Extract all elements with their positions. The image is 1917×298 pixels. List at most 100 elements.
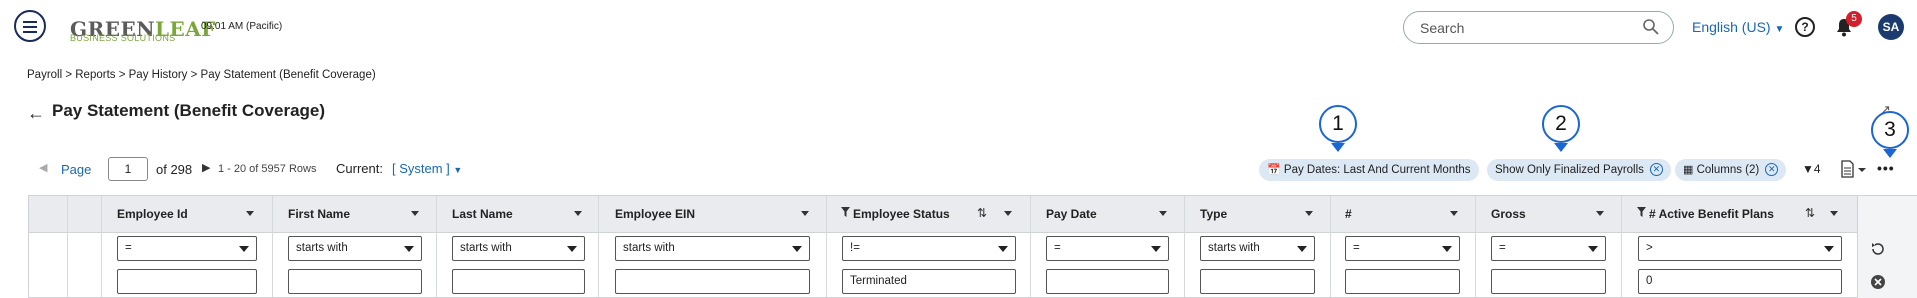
callout-2-pointer bbox=[1554, 143, 1568, 152]
column-header-active-benefit-plans[interactable]: # Active Benefit Plans bbox=[1649, 207, 1774, 221]
sort-icon[interactable]: ⇅ bbox=[1805, 206, 1815, 220]
page-total: of 298 bbox=[156, 162, 193, 177]
column-separator bbox=[1621, 196, 1622, 298]
column-menu-icon[interactable] bbox=[1159, 211, 1167, 216]
columns-chip-label: Columns (2) bbox=[1696, 164, 1760, 176]
column-header-gross[interactable]: Gross bbox=[1491, 207, 1526, 221]
column-separator bbox=[101, 196, 102, 298]
column-separator bbox=[1330, 196, 1331, 298]
column-header-employee-id[interactable]: Employee Id bbox=[117, 207, 188, 221]
close-icon[interactable]: ✕ bbox=[1765, 163, 1779, 177]
sort-icon[interactable]: ⇅ bbox=[977, 206, 987, 220]
columns-chip[interactable]: ▦ Columns (2) ✕ bbox=[1675, 159, 1787, 181]
chevron-down-icon: ▼ bbox=[1774, 24, 1785, 35]
column-separator bbox=[1184, 196, 1185, 298]
search-placeholder: Search bbox=[1420, 20, 1465, 36]
pay-dates-chip-label: Pay Dates: Last And Current Months bbox=[1283, 164, 1471, 176]
clear-filters-icon[interactable] bbox=[1870, 274, 1886, 290]
export-document-icon[interactable] bbox=[1840, 160, 1868, 178]
column-menu-icon[interactable] bbox=[574, 211, 582, 216]
language-label: English (US) bbox=[1692, 19, 1771, 35]
column-header-type[interactable]: Type bbox=[1200, 207, 1227, 221]
type-filter-input[interactable] bbox=[1200, 269, 1315, 294]
callout-1: 1 bbox=[1319, 105, 1357, 143]
column-menu-icon[interactable] bbox=[411, 211, 419, 216]
number-operator-select[interactable]: = bbox=[1345, 236, 1460, 261]
current-view-selector[interactable]: [ System ] ▼ bbox=[392, 161, 462, 176]
callout-2: 2 bbox=[1542, 105, 1580, 143]
callout-3: 3 bbox=[1871, 111, 1909, 149]
pay-date-filter-input[interactable] bbox=[1046, 269, 1169, 294]
employee-id-filter-input[interactable] bbox=[117, 269, 257, 294]
column-header-first-name[interactable]: First Name bbox=[288, 207, 350, 221]
help-icon[interactable]: ? bbox=[1795, 17, 1815, 37]
columns-icon: ▦ bbox=[1683, 164, 1694, 176]
calendar-icon: 📅 bbox=[1267, 164, 1281, 176]
column-menu-icon[interactable] bbox=[801, 211, 809, 216]
next-page-icon[interactable]: ▶ bbox=[202, 161, 210, 174]
main-menu-button[interactable] bbox=[14, 10, 46, 42]
page-title: Pay Statement (Benefit Coverage) bbox=[52, 101, 326, 120]
column-separator bbox=[272, 196, 273, 298]
column-separator bbox=[598, 196, 599, 298]
active-benefit-plans-filter-input[interactable]: 0 bbox=[1638, 269, 1842, 294]
rows-info: 1 - 20 of 5957 Rows bbox=[218, 163, 317, 175]
number-filter-input[interactable] bbox=[1345, 269, 1460, 294]
employee-ein-filter-input[interactable] bbox=[615, 269, 810, 294]
gross-filter-input[interactable] bbox=[1491, 269, 1606, 294]
column-header-pay-date[interactable]: Pay Date bbox=[1046, 207, 1097, 221]
logo-subtitle: BUSINESS SOLUTIONS bbox=[70, 33, 176, 43]
filter-active-icon bbox=[1637, 207, 1646, 217]
column-header-number[interactable]: # bbox=[1345, 207, 1352, 221]
column-menu-icon[interactable] bbox=[1830, 211, 1838, 216]
finalized-payrolls-chip[interactable]: Show Only Finalized Payrolls ✕ bbox=[1487, 159, 1671, 181]
column-header-last-name[interactable]: Last Name bbox=[452, 207, 513, 221]
column-separator bbox=[67, 196, 68, 298]
filter-count-button[interactable]: ▼4 bbox=[1802, 162, 1821, 176]
breadcrumb[interactable]: Payroll > Reports > Pay History > Pay St… bbox=[27, 69, 376, 81]
page-number-input[interactable]: 1 bbox=[108, 157, 148, 181]
grid-action-column bbox=[1857, 196, 1917, 298]
column-menu-icon[interactable] bbox=[1450, 211, 1458, 216]
employee-status-filter-input[interactable]: Terminated bbox=[842, 269, 1016, 294]
current-view-value: [ System ] bbox=[392, 161, 450, 176]
page-label: Page bbox=[61, 162, 92, 177]
current-view-label: Current: bbox=[336, 161, 383, 176]
more-options-icon[interactable]: ••• bbox=[1877, 160, 1895, 176]
gross-operator-select[interactable]: = bbox=[1491, 236, 1606, 261]
user-avatar[interactable]: SA bbox=[1878, 14, 1904, 40]
active-benefit-plans-operator-select[interactable]: > bbox=[1638, 236, 1842, 261]
column-header-employee-status[interactable]: Employee Status bbox=[853, 207, 950, 221]
column-menu-icon[interactable] bbox=[1596, 211, 1604, 216]
column-header-employee-ein[interactable]: Employee EIN bbox=[615, 207, 695, 221]
prev-page-icon[interactable]: ◀ bbox=[39, 161, 47, 174]
column-separator bbox=[436, 196, 437, 298]
reset-filters-icon[interactable] bbox=[1870, 241, 1886, 257]
employee-status-operator-select[interactable]: != bbox=[842, 236, 1016, 261]
last-name-operator-select[interactable]: starts with bbox=[452, 236, 585, 261]
close-icon[interactable]: ✕ bbox=[1649, 163, 1663, 177]
first-name-operator-select[interactable]: starts with bbox=[288, 236, 422, 261]
type-operator-select[interactable]: starts with bbox=[1200, 236, 1315, 261]
pay-date-operator-select[interactable]: = bbox=[1046, 236, 1169, 261]
employee-ein-operator-select[interactable]: starts with bbox=[615, 236, 810, 261]
column-menu-icon[interactable] bbox=[246, 211, 254, 216]
callout-1-pointer bbox=[1331, 143, 1345, 152]
callout-3-pointer bbox=[1883, 149, 1897, 158]
current-time: 09:01 AM (Pacific) bbox=[201, 21, 283, 32]
last-name-filter-input[interactable] bbox=[452, 269, 585, 294]
column-menu-icon[interactable] bbox=[1004, 211, 1012, 216]
chevron-down-icon: ▼ bbox=[453, 165, 463, 175]
employee-id-operator-select[interactable]: = bbox=[117, 236, 257, 261]
pay-dates-chip[interactable]: 📅 Pay Dates: Last And Current Months bbox=[1259, 159, 1479, 181]
search-icon[interactable] bbox=[1642, 18, 1660, 36]
back-arrow-icon[interactable]: ← bbox=[27, 103, 45, 124]
funnel-icon: ▼ bbox=[1802, 162, 1814, 176]
first-name-filter-input[interactable] bbox=[288, 269, 422, 294]
column-menu-icon[interactable] bbox=[1305, 211, 1313, 216]
filter-count: 4 bbox=[1813, 162, 1821, 176]
column-separator bbox=[1030, 196, 1031, 298]
language-selector[interactable]: English (US) ▼ bbox=[1692, 19, 1784, 35]
column-separator bbox=[826, 196, 827, 298]
column-separator bbox=[1475, 196, 1476, 298]
